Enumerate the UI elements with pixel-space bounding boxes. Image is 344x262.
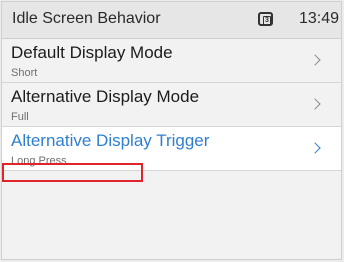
- setting-label: Alternative Display Trigger: [11, 131, 210, 150]
- chevron-right-icon: [309, 54, 321, 66]
- phone-line-icon: 3: [258, 12, 273, 26]
- setting-value: Short: [11, 67, 38, 79]
- chevron-right-icon: [309, 98, 321, 110]
- annotation-highlight-box: [2, 163, 143, 182]
- setting-label: Default Display Mode: [11, 43, 173, 62]
- setting-value: Full: [11, 111, 29, 123]
- line-badge: 3: [263, 16, 271, 25]
- setting-label: Alternative Display Mode: [11, 87, 200, 106]
- phone-screen: Idle Screen Behavior 3 13:49 Default Dis…: [1, 1, 342, 260]
- setting-alternative-display-mode[interactable]: Alternative Display Mode Full: [2, 83, 341, 127]
- settings-list: Default Display Mode Short Alternative D…: [2, 39, 341, 171]
- clock-time: 13:49: [298, 10, 339, 27]
- page-title: Idle Screen Behavior: [12, 10, 161, 27]
- status-bar: Idle Screen Behavior 3 13:49: [2, 2, 341, 39]
- chevron-right-icon: [309, 142, 321, 154]
- setting-default-display-mode[interactable]: Default Display Mode Short: [2, 39, 341, 83]
